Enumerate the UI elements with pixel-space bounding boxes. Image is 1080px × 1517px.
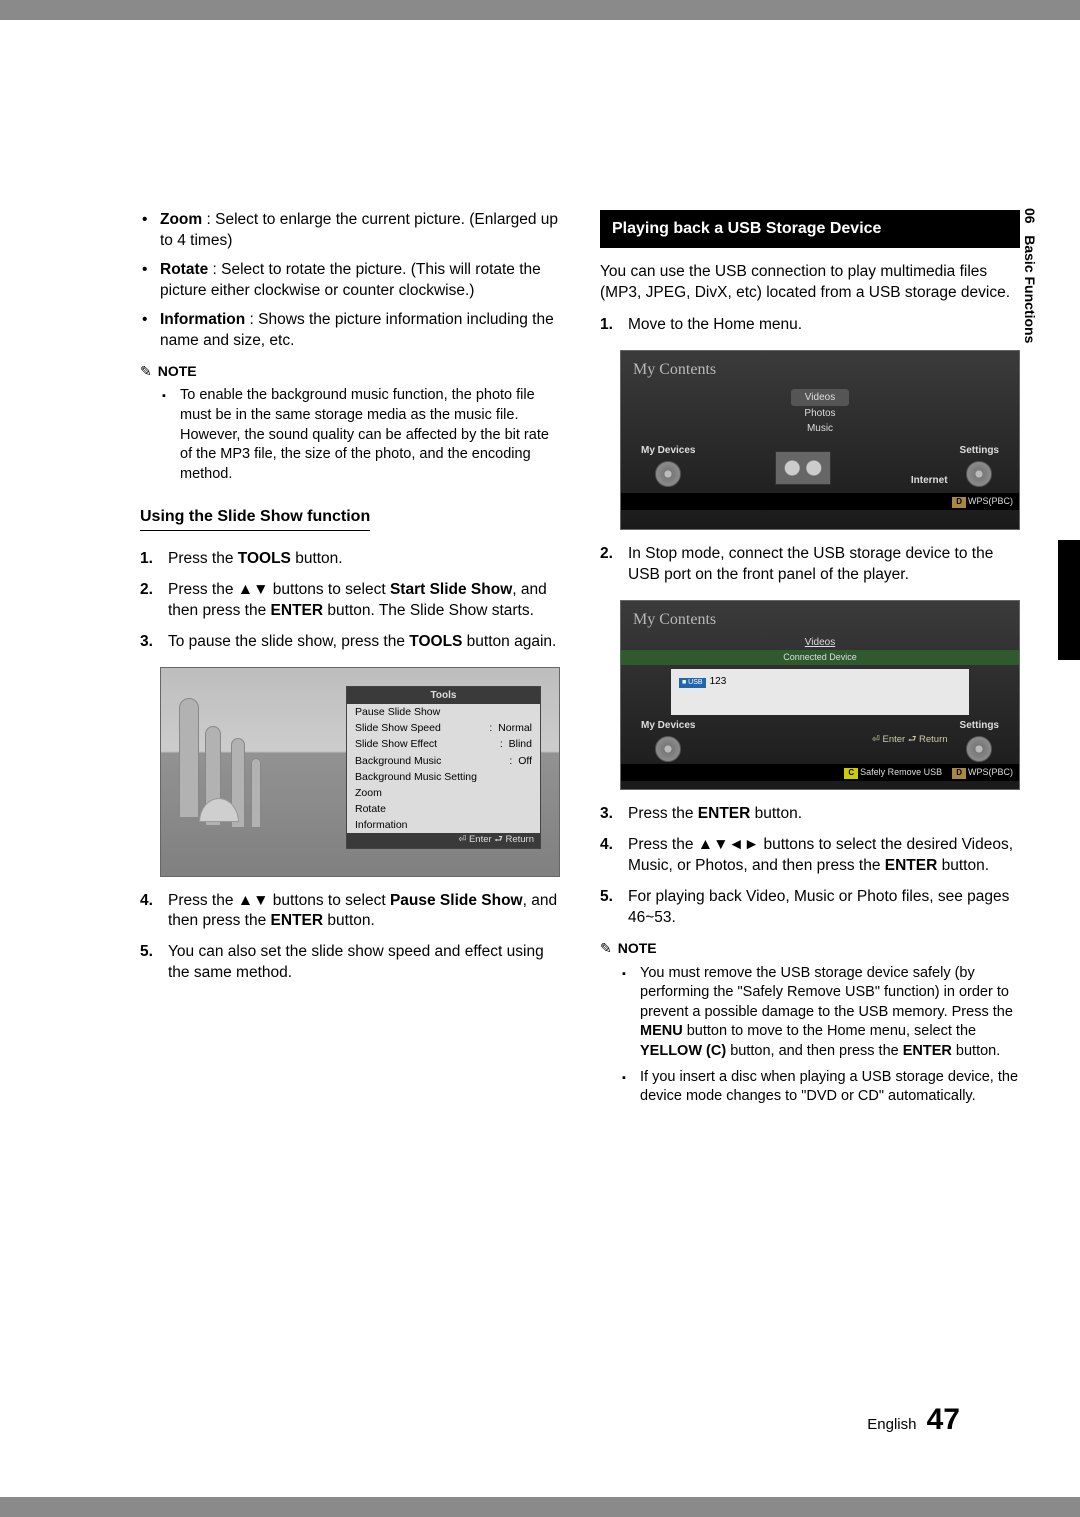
tools-header: Tools	[347, 687, 540, 705]
r-step-5: 5.For playing back Video, Music or Photo…	[628, 887, 1020, 929]
note-label-right: NOTE	[600, 939, 1020, 958]
slideshow-screenshot: Tools Pause Slide Show Slide Show Speed:…	[160, 667, 560, 877]
page-footer: English 47	[867, 1403, 960, 1437]
panel1-title: My Contents	[621, 351, 1019, 385]
chapter-sidebar: 06 Basic Functions	[1022, 208, 1038, 343]
r-step-2: 2.In Stop mode, connect the USB storage …	[628, 544, 1020, 586]
step-3: 3.To pause the slide show, press the TOO…	[168, 632, 560, 653]
note-disc-insert: If you insert a disc when playing a USB …	[640, 1068, 1020, 1107]
step-1: 1.Press the TOOLS button.	[168, 549, 560, 570]
section-heading: Playing back a USB Storage Device	[600, 210, 1020, 248]
option-list: Zoom : Select to enlarge the current pic…	[140, 210, 560, 352]
tools-footer: ⏎ Enter ⮐ Return	[347, 833, 540, 848]
gear-icon	[966, 461, 992, 487]
footer-lang: English	[867, 1416, 916, 1433]
r-step-4: 4.Press the ▲▼◄► buttons to select the d…	[628, 835, 1020, 877]
home-menu-screenshot: My Contents Videos Photos Music My Devic…	[620, 350, 1020, 530]
note-bgm: To enable the background music function,…	[180, 386, 560, 484]
option-rotate: Rotate : Select to rotate the picture. (…	[160, 260, 560, 302]
step-2: 2.Press the ▲▼ buttons to select Start S…	[168, 580, 560, 622]
disc-icon	[655, 461, 681, 487]
option-zoom: Zoom : Select to enlarge the current pic…	[160, 210, 560, 252]
r-step-3: 3.Press the ENTER button.	[628, 804, 1020, 825]
right-column: Playing back a USB Storage Device You ca…	[600, 210, 1020, 1113]
note-safely-remove: You must remove the USB storage device s…	[640, 964, 1020, 1062]
step-5: 5.You can also set the slide show speed …	[168, 942, 560, 984]
r-step-1: 1.Move to the Home menu.	[628, 315, 1020, 336]
option-information: Information : Shows the picture informat…	[160, 310, 560, 352]
tools-pause: Pause Slide Show	[355, 705, 532, 719]
subheading-slideshow: Using the Slide Show function	[140, 506, 560, 545]
disc-icon	[655, 736, 681, 762]
panel2-title: My Contents	[621, 601, 1019, 635]
page-number: 47	[927, 1403, 960, 1436]
tools-menu: Tools Pause Slide Show Slide Show Speed:…	[346, 686, 541, 850]
intro-text: You can use the USB connection to play m…	[600, 262, 1020, 304]
device-list: ■ USB123	[671, 669, 969, 715]
manual-page: 06 Basic Functions Zoom : Select to enla…	[0, 20, 1080, 1497]
step-4: 4.Press the ▲▼ buttons to select Pause S…	[168, 891, 560, 933]
edge-tab	[1058, 540, 1080, 660]
left-column: Zoom : Select to enlarge the current pic…	[140, 210, 560, 1113]
note-label: NOTE	[140, 362, 560, 381]
chapter-number: 06	[1022, 208, 1038, 224]
gear-icon	[966, 736, 992, 762]
connected-device-screenshot: My Contents Videos Connected Device ■ US…	[620, 600, 1020, 790]
chapter-title: Basic Functions	[1022, 235, 1038, 343]
film-reel-icon	[775, 451, 831, 485]
